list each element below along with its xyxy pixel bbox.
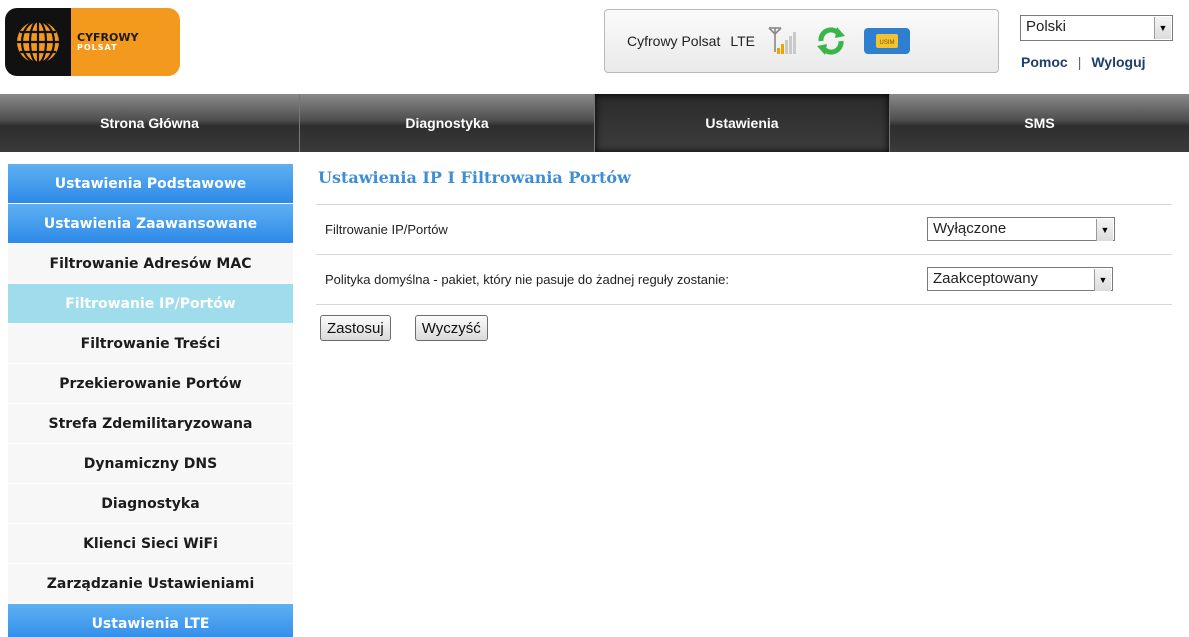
main-nav: Strona Główna Diagnostyka Ustawienia SMS: [0, 94, 1189, 152]
sidebar-item-label: Dynamiczny DNS: [83, 455, 218, 472]
sidebar-item-label: Zarządzanie Ustawieniami: [46, 575, 255, 592]
default-policy-value: Zaakceptowany: [933, 270, 1039, 287]
sidebar-item-settings-management[interactable]: Zarządzanie Ustawieniami: [8, 564, 293, 604]
nav-tab-settings[interactable]: Ustawienia: [595, 94, 890, 152]
default-policy-label: Polityka domyślna - pakiet, który nie pa…: [325, 272, 729, 287]
sidebar-item-label: Diagnostyka: [101, 495, 200, 512]
apply-button[interactable]: Zastosuj: [320, 315, 391, 341]
nav-tab-home[interactable]: Strona Główna: [0, 94, 300, 152]
sidebar-item-wifi-clients[interactable]: Klienci Sieci WiFi: [8, 524, 293, 564]
sidebar-item-ip-port-filtering[interactable]: Filtrowanie IP/Portów: [8, 284, 293, 324]
sidebar-item-advanced-settings[interactable]: Ustawienia Zaawansowane: [8, 204, 293, 244]
usim-card-icon: USIM: [863, 26, 911, 56]
link-separator: |: [1077, 54, 1082, 70]
logo-wordmark-bottom: POLSAT: [77, 43, 118, 52]
nav-tab-label: Diagnostyka: [405, 115, 489, 131]
logo-wordmark-top: CYFROWY: [77, 31, 139, 44]
settings-sidebar: Ustawienia Podstawowe Ustawienia Zaawans…: [8, 164, 293, 637]
signal-antenna-icon: [765, 24, 799, 58]
sidebar-item-diagnostics[interactable]: Diagnostyka: [8, 484, 293, 524]
nav-tab-diagnostics[interactable]: Diagnostyka: [300, 94, 595, 152]
sidebar-item-port-forwarding[interactable]: Przekierowanie Portów: [8, 364, 293, 404]
sidebar-item-content-filtering[interactable]: Filtrowanie Treści: [8, 324, 293, 364]
network-type: LTE: [730, 33, 755, 49]
sidebar-item-dynamic-dns[interactable]: Dynamiczny DNS: [8, 444, 293, 484]
cyfrowy-polsat-logo[interactable]: CYFROWY POLSAT: [5, 8, 180, 76]
globe-icon: [5, 8, 71, 76]
sidebar-item-basic-settings[interactable]: Ustawienia Podstawowe: [8, 164, 293, 204]
default-policy-select[interactable]: Zaakceptowany ▼: [927, 267, 1113, 291]
sidebar-item-lte-settings[interactable]: Ustawienia LTE: [8, 604, 293, 637]
language-select[interactable]: Polski ▼: [1020, 15, 1173, 41]
chevron-down-icon[interactable]: ▼: [1096, 219, 1113, 241]
sidebar-item-label: Ustawienia LTE: [91, 615, 210, 632]
sidebar-item-label: Ustawienia Podstawowe: [54, 175, 247, 192]
sidebar-item-label: Ustawienia Zaawansowane: [43, 215, 258, 232]
sidebar-item-dmz[interactable]: Strefa Zdemilitaryzowana: [8, 404, 293, 444]
logout-link[interactable]: Wyloguj: [1091, 54, 1145, 70]
usim-label: USIM: [880, 40, 895, 46]
ip-port-filtering-label: Filtrowanie IP/Portów: [325, 222, 448, 237]
refresh-sync-icon[interactable]: [813, 23, 849, 59]
help-link[interactable]: Pomoc: [1021, 54, 1068, 70]
nav-tab-label: Strona Główna: [100, 115, 199, 131]
chevron-down-icon[interactable]: ▼: [1094, 269, 1111, 291]
sidebar-item-label: Filtrowanie IP/Portów: [65, 295, 236, 312]
divider: [316, 304, 1172, 305]
ip-port-filtering-select[interactable]: Wyłączone ▼: [927, 217, 1115, 241]
nav-tab-label: Ustawienia: [705, 115, 779, 131]
operator-name: Cyfrowy Polsat: [627, 33, 721, 49]
sidebar-item-label: Przekierowanie Portów: [59, 375, 242, 392]
main-content: Ustawienia IP I Filtrowania Portów Filtr…: [316, 164, 1172, 341]
connection-status-panel: Cyfrowy Polsat LTE USIM: [604, 9, 999, 73]
ip-port-filtering-value: Wyłączone: [933, 220, 1007, 237]
language-value: Polski: [1026, 18, 1067, 35]
sidebar-item-label: Klienci Sieci WiFi: [83, 535, 218, 552]
default-policy-row: Polityka domyślna - pakiet, który nie pa…: [316, 255, 1172, 304]
ip-port-filtering-row: Filtrowanie IP/Portów Wyłączone ▼: [316, 205, 1172, 254]
nav-tab-label: SMS: [1024, 115, 1055, 131]
nav-tab-sms[interactable]: SMS: [890, 94, 1189, 152]
sidebar-item-label: Filtrowanie Treści: [80, 335, 221, 352]
clear-button[interactable]: Wyczyść: [414, 315, 488, 341]
chevron-down-icon[interactable]: ▼: [1154, 17, 1171, 39]
sidebar-item-label: Filtrowanie Adresów MAC: [49, 255, 252, 272]
sidebar-item-mac-filtering[interactable]: Filtrowanie Adresów MAC: [8, 244, 293, 284]
sidebar-item-label: Strefa Zdemilitaryzowana: [48, 415, 253, 432]
page-title: Ustawienia IP I Filtrowania Portów: [318, 168, 631, 187]
